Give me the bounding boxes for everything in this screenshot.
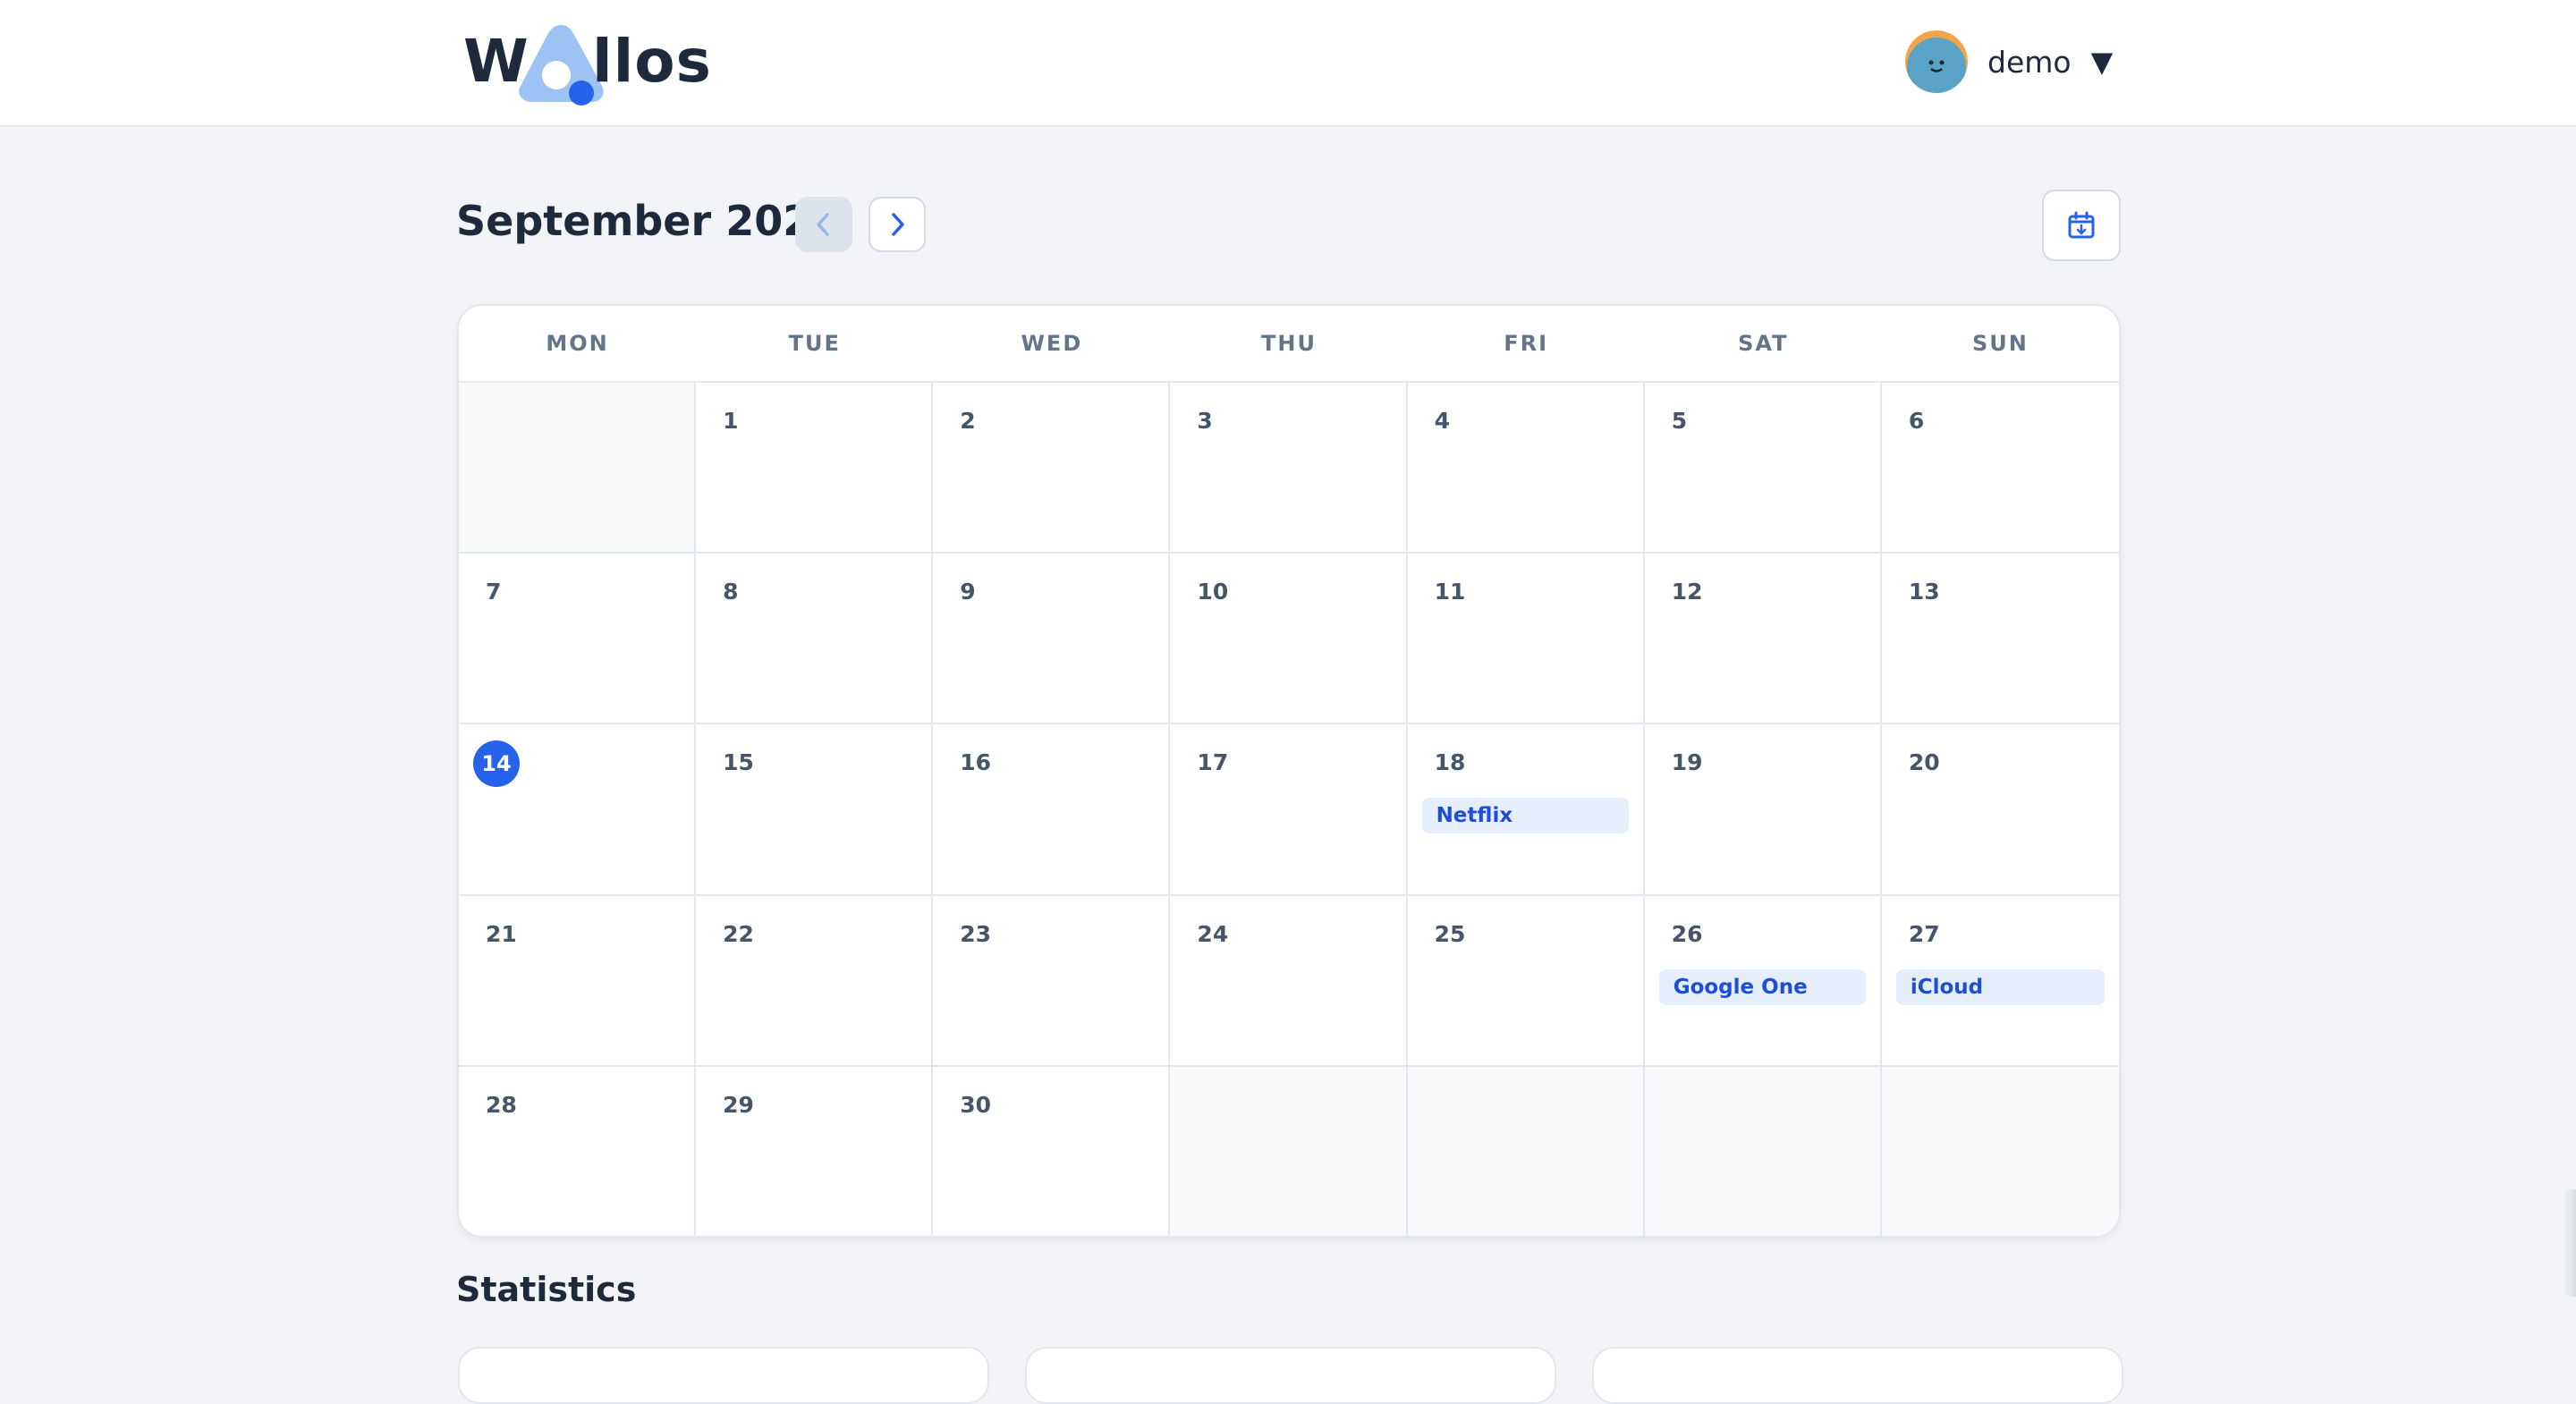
logo-text-right: llos xyxy=(592,27,712,96)
calendar-day-cell[interactable]: 13 xyxy=(1881,554,2119,725)
day-number: 10 xyxy=(1197,579,1229,605)
day-number: 7 xyxy=(486,579,502,605)
calendar-day-cell[interactable]: 5 xyxy=(1644,383,1882,554)
weekday-header: MON TUE WED THU FRI SAT SUN xyxy=(459,306,2119,383)
day-number: 17 xyxy=(1197,749,1229,776)
today-marker: 14 xyxy=(473,740,520,788)
calendar-empty-cell xyxy=(1881,1066,2119,1236)
calendar-day-cell[interactable]: 11 xyxy=(1407,554,1645,725)
day-number: 20 xyxy=(1908,749,1940,776)
user-name[interactable]: demo xyxy=(1987,45,2072,80)
day-number: 15 xyxy=(723,749,754,776)
statistics-title: Statistics xyxy=(456,1270,637,1309)
day-number: 3 xyxy=(1197,408,1213,434)
day-number: 19 xyxy=(1671,749,1703,776)
day-number: 12 xyxy=(1671,579,1703,605)
calendar-day-cell[interactable]: 15 xyxy=(696,724,934,896)
day-number: 11 xyxy=(1434,579,1466,605)
day-number: 5 xyxy=(1671,408,1688,434)
top-bar: W llos demo ▼ xyxy=(0,0,2576,127)
calendar-day-cell[interactable]: 3 xyxy=(1170,383,1408,554)
calendar-day-cell[interactable]: 26 Google One xyxy=(1644,895,1882,1067)
calendar-day-cell[interactable]: 6 xyxy=(1881,383,2119,554)
day-number: 23 xyxy=(960,920,992,947)
day-number: 30 xyxy=(960,1091,992,1118)
calendar-day-cell[interactable]: 24 xyxy=(1170,895,1408,1067)
day-number: 2 xyxy=(960,408,976,434)
calendar: MON TUE WED THU FRI SAT SUN 1 2 3 4 5 6 7 8 9 10 1… xyxy=(457,304,2121,1238)
day-number: 6 xyxy=(1908,408,1925,434)
calendar-empty-cell xyxy=(1407,1066,1645,1236)
calendar-day-cell[interactable]: 22 xyxy=(696,895,934,1067)
day-number: 4 xyxy=(1434,408,1450,434)
calendar-day-cell[interactable]: 30 xyxy=(933,1066,1171,1236)
avatar-icon[interactable] xyxy=(1905,30,1968,93)
calendar-day-cell[interactable]: 10 xyxy=(1170,554,1408,725)
chevron-left-icon xyxy=(817,213,829,236)
calendar-empty-cell xyxy=(1644,1066,1882,1236)
chevron-right-icon xyxy=(892,213,904,236)
calendar-day-cell[interactable]: 12 xyxy=(1644,554,1882,725)
weekday-label: SUN xyxy=(1971,331,2029,356)
scrollbar[interactable] xyxy=(2563,1189,2576,1297)
calendar-day-cell[interactable]: 14 xyxy=(459,724,697,896)
calendar-day-cell[interactable]: 21 xyxy=(459,895,697,1067)
calendar-day-cell[interactable]: 28 xyxy=(459,1066,697,1236)
next-month-button[interactable] xyxy=(869,197,926,252)
weekday-label: MON xyxy=(546,331,609,356)
day-number: 1 xyxy=(723,408,739,434)
day-number: 28 xyxy=(486,1091,517,1118)
calendar-day-cell[interactable]: 1 xyxy=(696,383,934,554)
subscription-event[interactable]: Netflix xyxy=(1421,798,1629,834)
day-number: 22 xyxy=(723,920,754,947)
calendar-day-cell[interactable]: 20 xyxy=(1881,724,2119,896)
subscription-event[interactable]: Google One xyxy=(1658,968,1866,1005)
day-number: 24 xyxy=(1197,920,1229,947)
day-number: 16 xyxy=(960,749,992,776)
calendar-empty-cell xyxy=(1170,1066,1408,1236)
calendar-day-cell[interactable]: 16 xyxy=(933,724,1171,896)
calendar-day-cell[interactable]: 17 xyxy=(1170,724,1408,896)
day-number: 26 xyxy=(1671,920,1703,947)
previous-month-button[interactable] xyxy=(795,197,852,252)
export-calendar-button[interactable] xyxy=(2042,190,2121,261)
calendar-day-cell[interactable]: 8 xyxy=(696,554,934,725)
calendar-grid: 1 2 3 4 5 6 7 8 9 10 11 12 13 14 15 16 17 18 Netflix 19 20 21… xyxy=(459,383,2119,1236)
weekday-label: WED xyxy=(1021,331,1083,356)
wallos-logo[interactable]: W llos xyxy=(458,16,711,106)
weekday-label: TUE xyxy=(788,331,841,356)
day-number: 29 xyxy=(723,1091,754,1118)
calendar-day-cell[interactable]: 7 xyxy=(459,554,697,725)
day-number: 13 xyxy=(1908,579,1940,605)
weekday-label: FRI xyxy=(1504,331,1549,356)
calendar-day-cell[interactable]: 27 iCloud xyxy=(1881,896,2119,1067)
caret-down-icon[interactable]: ▼ xyxy=(2091,45,2114,79)
day-number: 27 xyxy=(1908,920,1940,947)
weekday-label: THU xyxy=(1261,331,1317,356)
calendar-day-cell[interactable]: 4 xyxy=(1407,383,1645,554)
day-number: 25 xyxy=(1434,920,1466,947)
day-number: 9 xyxy=(960,579,976,605)
calendar-day-cell[interactable]: 25 xyxy=(1407,895,1645,1067)
calendar-day-cell[interactable]: 2 xyxy=(933,383,1171,554)
day-number: 18 xyxy=(1434,749,1466,776)
month-title: September 2026 xyxy=(456,197,841,245)
calendar-download-icon xyxy=(2068,211,2095,239)
day-number: 8 xyxy=(723,579,739,605)
user-menu[interactable]: demo ▼ xyxy=(1905,29,2113,95)
calendar-day-cell[interactable]: 19 xyxy=(1644,724,1882,896)
calendar-day-cell[interactable]: 23 xyxy=(933,895,1171,1067)
day-number: 21 xyxy=(486,920,517,947)
subscription-event[interactable]: iCloud xyxy=(1895,968,2105,1005)
calendar-day-cell[interactable]: 9 xyxy=(933,554,1171,725)
calendar-day-cell[interactable]: 29 xyxy=(696,1066,934,1236)
weekday-label: SAT xyxy=(1738,331,1789,356)
calendar-day-cell[interactable]: 18 Netflix xyxy=(1407,724,1645,896)
calendar-empty-cell xyxy=(459,383,697,554)
